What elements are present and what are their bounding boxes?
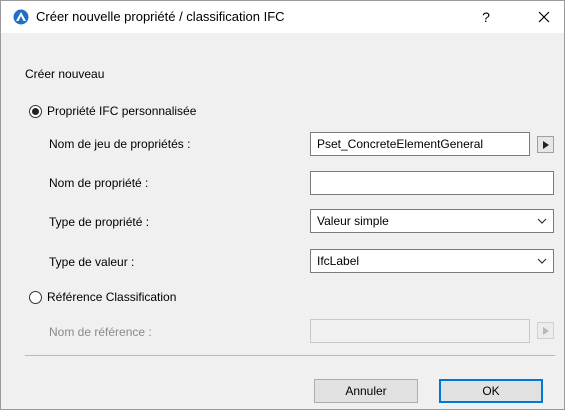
classification-reference-radio-label: Référence Classification xyxy=(47,290,177,304)
custom-property-radio-label: Propriété IFC personnalisée xyxy=(47,104,197,118)
property-name-field[interactable] xyxy=(310,171,554,195)
play-arrow-icon xyxy=(543,141,549,149)
value-type-label: Type de valeur : xyxy=(49,255,135,269)
pset-picker-button[interactable] xyxy=(537,136,554,153)
title-bar: Créer nouvelle propriété / classificatio… xyxy=(1,1,564,33)
close-button[interactable] xyxy=(526,3,562,31)
reference-name-field[interactable] xyxy=(310,319,530,343)
classification-reference-option[interactable]: Référence Classification xyxy=(29,290,176,304)
section-label: Créer nouveau xyxy=(25,67,105,81)
value-type-value: IfcLabel xyxy=(317,254,360,268)
help-button[interactable]: ? xyxy=(471,3,501,31)
play-arrow-icon xyxy=(543,327,549,335)
custom-property-radio[interactable] xyxy=(29,104,42,118)
cancel-button[interactable]: Annuler xyxy=(314,379,418,403)
close-icon[interactable] xyxy=(538,11,550,23)
pset-name-label: Nom de jeu de propriétés : xyxy=(49,137,191,151)
classification-reference-radio[interactable] xyxy=(29,290,42,304)
window-title: Créer nouvelle propriété / classificatio… xyxy=(36,9,285,24)
archicad-app-icon xyxy=(13,9,29,25)
reference-name-label: Nom de référence : xyxy=(49,325,152,339)
value-type-select[interactable]: IfcLabel xyxy=(310,249,554,273)
custom-property-option[interactable]: Propriété IFC personnalisée xyxy=(29,104,196,118)
pset-name-field[interactable]: Pset_ConcreteElementGeneral xyxy=(310,132,530,156)
create-ifc-property-dialog: Créer nouvelle propriété / classificatio… xyxy=(0,0,565,410)
chevron-down-icon xyxy=(537,218,547,224)
property-name-label: Nom de propriété : xyxy=(49,176,149,190)
property-type-value: Valeur simple xyxy=(317,214,389,228)
reference-picker-button[interactable] xyxy=(537,322,554,339)
property-type-label: Type de propriété : xyxy=(49,215,150,229)
property-type-select[interactable]: Valeur simple xyxy=(310,209,554,233)
ok-button[interactable]: OK xyxy=(439,379,543,403)
footer-divider xyxy=(25,355,555,356)
chevron-down-icon xyxy=(537,258,547,264)
